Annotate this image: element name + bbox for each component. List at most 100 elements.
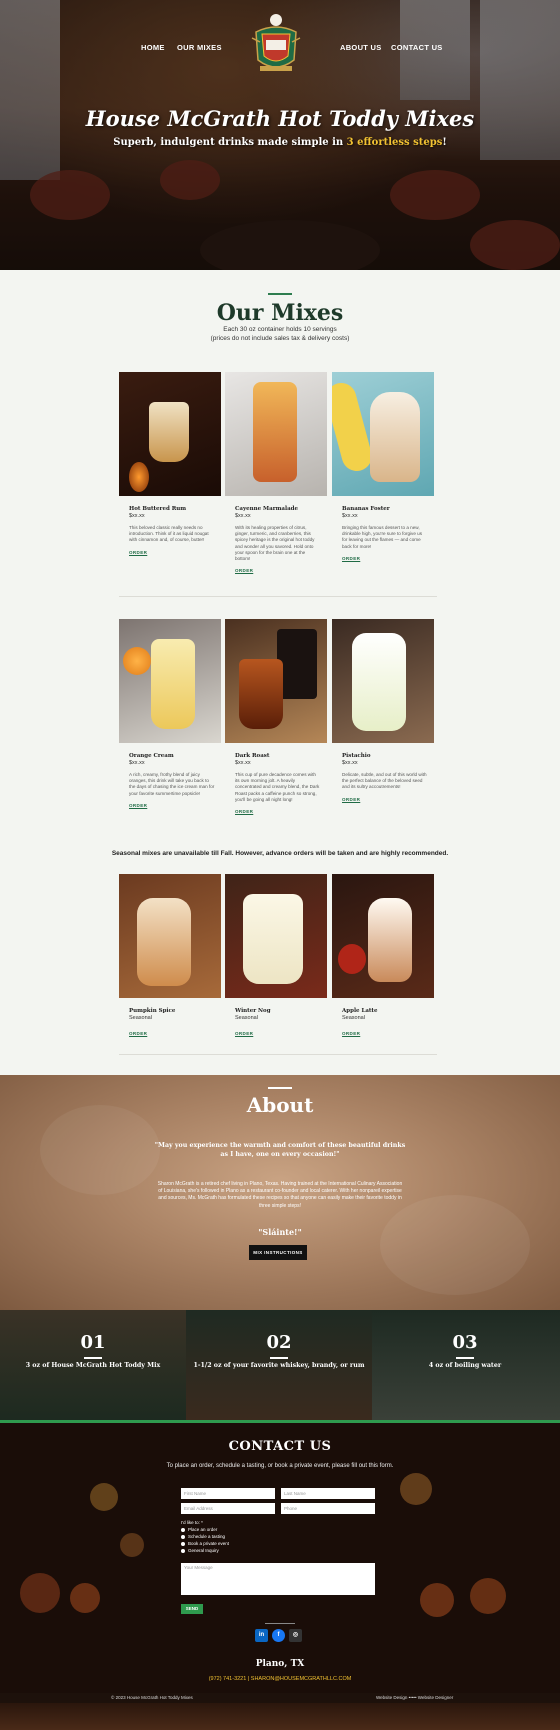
mix-name: Dark Roast: [235, 753, 270, 759]
radio-book-event[interactable]: Book a private event: [181, 1541, 229, 1546]
radio-place-order[interactable]: Place an order: [181, 1527, 217, 1532]
mix-card: Bananas Foster $xx.xx Bringing this famo…: [332, 372, 434, 561]
mix-card: Orange Cream $xx.xx A rich, creamy, frot…: [119, 619, 221, 808]
orange-cream-image[interactable]: [119, 619, 221, 743]
order-link[interactable]: ORDER: [235, 568, 327, 573]
divider: [119, 596, 437, 597]
dark-roast-image[interactable]: [225, 619, 327, 743]
mix-name: Cayenne Marmalade: [235, 506, 298, 512]
seasonal-card: Apple Latte Seasonal ORDER: [332, 874, 434, 1036]
pumpkin-spice-image[interactable]: [119, 874, 221, 998]
nav-about-us[interactable]: ABOUT US: [340, 43, 382, 52]
mixes-title-accent: [268, 293, 292, 295]
order-link[interactable]: ORDER: [129, 1031, 221, 1036]
mix-price: $xx.xx: [235, 513, 251, 519]
mix-name: Apple Latte: [342, 1008, 378, 1014]
first-name-field[interactable]: First Name: [181, 1488, 275, 1499]
mix-price: $xx.xx: [129, 513, 145, 519]
bokeh-light: [120, 1533, 144, 1557]
radio-button[interactable]: [181, 1527, 185, 1532]
bokeh-light: [90, 1483, 118, 1511]
mix-price: Seasonal: [129, 1015, 152, 1021]
hot-buttered-rum-image[interactable]: [119, 372, 221, 496]
mixes-title: Our Mixes: [216, 300, 344, 326]
contact-title: CONTACT US: [228, 1439, 332, 1454]
mix-price: Seasonal: [235, 1015, 258, 1021]
city-label: Plano, TX: [255, 1659, 305, 1669]
step-number: 03: [452, 1332, 478, 1353]
divider: [119, 1054, 437, 1055]
order-link[interactable]: ORDER: [342, 797, 434, 802]
mix-name: Pistachio: [342, 753, 371, 759]
mix-card: Hot Buttered Rum $xx.xx This beloved cla…: [119, 372, 221, 555]
order-link[interactable]: ORDER: [342, 556, 434, 561]
mix-description: A rich, creamy, frothy blend of juicy or…: [129, 772, 215, 796]
radio-label: Place an order: [188, 1527, 218, 1532]
order-link[interactable]: ORDER: [129, 550, 221, 555]
step-2: 02 1-1/2 oz of your favorite whiskey, br…: [186, 1310, 372, 1420]
order-link[interactable]: ORDER: [129, 803, 221, 808]
phone-field[interactable]: Phone: [281, 1503, 375, 1514]
bokeh-light: [420, 1583, 454, 1617]
order-link[interactable]: ORDER: [235, 809, 327, 814]
step-1: 01 3 oz of House McGrath Hot Toddy Mix: [0, 1310, 186, 1420]
contact-intro: To place an order, schedule a tasting, o…: [166, 1463, 394, 1469]
about-quote: "May you experience the warmth and comfo…: [154, 1142, 406, 1158]
house-mcgrath-logo[interactable]: [250, 12, 302, 78]
send-button[interactable]: SEND: [181, 1604, 203, 1614]
pistachio-image[interactable]: [332, 619, 434, 743]
step-number: 01: [80, 1332, 106, 1353]
radio-button[interactable]: [181, 1541, 185, 1546]
hero-title: House McGrath Hot Toddy Mixes: [85, 106, 475, 131]
nav-home[interactable]: HOME: [141, 43, 165, 52]
mixes-note-servings: Each 30 oz container holds 10 servings: [223, 326, 337, 333]
cayenne-marmalade-image[interactable]: [225, 372, 327, 496]
mixes-note-prices: (prices do not include sales tax & deliv…: [210, 335, 350, 342]
winter-nog-image[interactable]: [225, 874, 327, 998]
step-underline: [270, 1357, 288, 1359]
mix-description: With its healing properties of citrus, g…: [235, 525, 315, 562]
mix-description: Delicate, subtle, and out of this world …: [342, 772, 427, 790]
about-body: Sharon McGrath is a retired chef living …: [157, 1181, 403, 1209]
copyright: © 2023 House McGrath Hot Toddy Mixes: [111, 1695, 193, 1700]
step-3: 03 4 oz of boiling water: [372, 1310, 560, 1420]
mix-name: Pumpkin Spice: [129, 1008, 176, 1014]
bokeh-light: [20, 1573, 60, 1613]
hero-subtitle: Superb, indulgent drinks made simple in …: [0, 137, 560, 148]
email-field[interactable]: Email Address: [181, 1503, 275, 1514]
radio-button[interactable]: [181, 1548, 185, 1553]
contact-line[interactable]: (972) 741-3221 | SHARON@HOUSEMCGRATHLLC.…: [0, 1676, 560, 1682]
order-link[interactable]: ORDER: [235, 1031, 327, 1036]
seasonal-card: Pumpkin Spice Seasonal ORDER: [119, 874, 221, 1036]
radio-general-inquiry[interactable]: General Inquiry: [181, 1548, 219, 1553]
contact-section: CONTACT US To place an order, schedule a…: [0, 1423, 560, 1693]
mix-name: Winter Nog: [235, 1008, 271, 1014]
nav-contact-us[interactable]: CONTACT US: [391, 43, 443, 52]
mix-price: $xx.xx: [342, 513, 358, 519]
social-divider: [265, 1623, 295, 1624]
mix-card: Cayenne Marmalade $xx.xx With its healin…: [225, 372, 327, 573]
radio-button[interactable]: [181, 1534, 185, 1539]
step-text: 4 oz of boiling water: [428, 1362, 502, 1369]
mix-card: Dark Roast $xx.xx This cup of pure decad…: [225, 619, 327, 814]
nav-our-mixes[interactable]: OUR MIXES: [177, 43, 222, 52]
about-section: About "May you experience the warmth and…: [0, 1075, 560, 1310]
about-title: About: [246, 1093, 314, 1117]
mix-name: Hot Buttered Rum: [129, 506, 187, 512]
message-field[interactable]: Your Message: [181, 1563, 375, 1595]
instagram-icon[interactable]: ◎: [289, 1629, 302, 1642]
order-link[interactable]: ORDER: [342, 1031, 434, 1036]
apple-latte-image[interactable]: [332, 874, 434, 998]
website-design-credit[interactable]: Website Design ••••• Website Designer: [376, 1695, 453, 1700]
linkedin-icon[interactable]: in: [255, 1629, 268, 1642]
bokeh-light: [470, 1578, 506, 1614]
bananas-foster-image[interactable]: [332, 372, 434, 496]
radio-schedule-tasting[interactable]: Schedule a tasting: [181, 1534, 225, 1539]
hero-subtitle-highlight: 3 effortless steps: [346, 137, 443, 148]
mix-name: Bananas Foster: [342, 506, 390, 512]
radio-label: Book a private event: [188, 1541, 230, 1546]
step-text: 3 oz of House McGrath Hot Toddy Mix: [25, 1362, 161, 1369]
facebook-icon[interactable]: f: [272, 1629, 285, 1642]
last-name-field[interactable]: Last Name: [281, 1488, 375, 1499]
mix-instructions-button[interactable]: MIX INSTRUCTIONS: [249, 1245, 307, 1260]
